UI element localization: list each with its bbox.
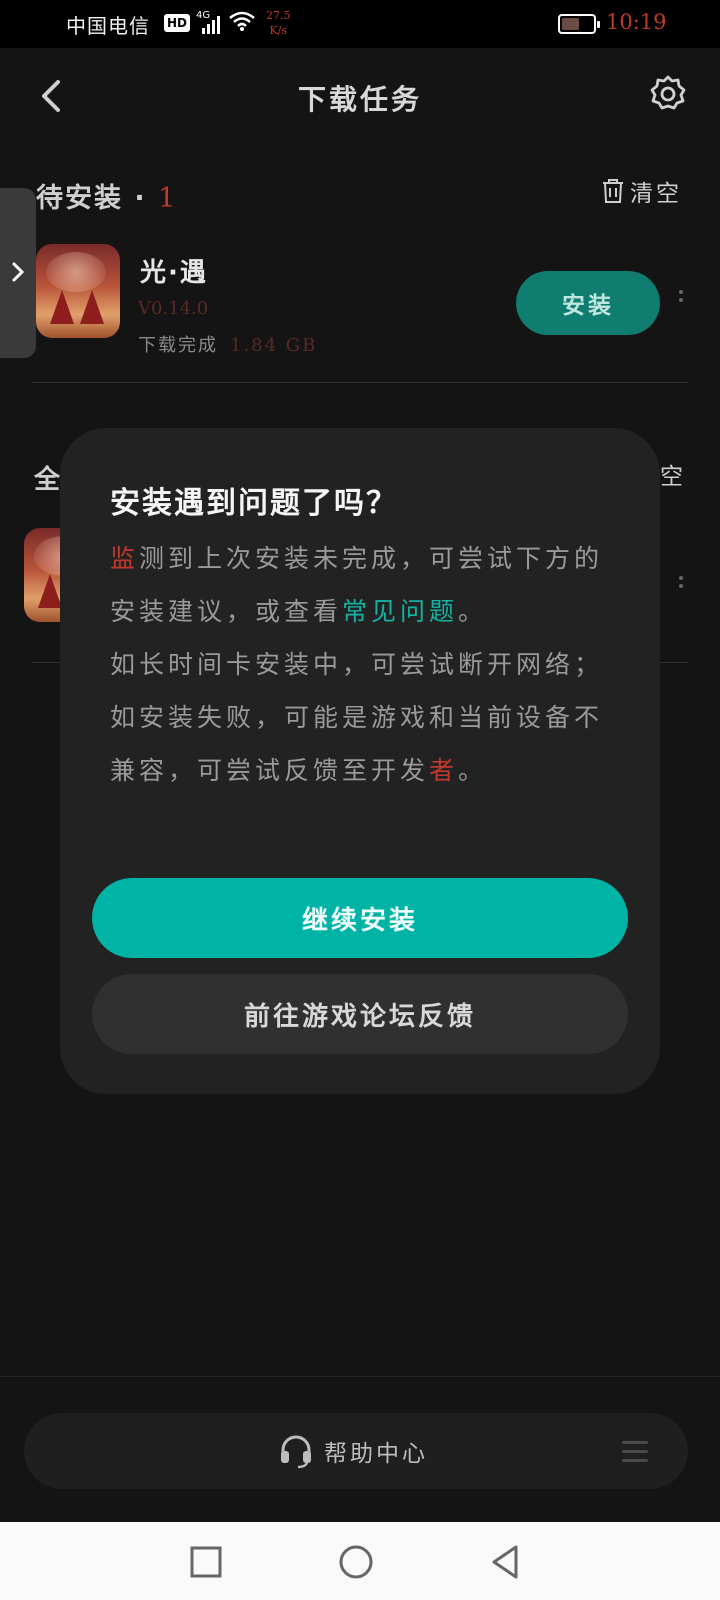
clear-label: 清空 <box>630 181 682 207</box>
system-nav-bar <box>0 1522 720 1600</box>
forum-feedback-button[interactable]: 前往游戏论坛反馈 <box>92 974 628 1054</box>
icon-figure <box>50 290 74 324</box>
pending-separator: · <box>134 183 147 214</box>
help-center-button[interactable]: 帮助中心 <box>278 1433 428 1469</box>
clock: 10:19 <box>606 10 667 34</box>
icon-figure <box>38 574 62 608</box>
continue-install-button[interactable]: 继续安装 <box>92 878 628 958</box>
battery-icon <box>558 14 600 34</box>
app-icon[interactable] <box>36 244 120 338</box>
app-name: 光·遇 <box>140 258 208 288</box>
recent-apps-button[interactable] <box>186 1542 226 1582</box>
install-help-dialog: 安装遇到问题了吗？ 监测到上次安装未完成，可尝试下方的安装建议，或查看常见问题。… <box>60 428 660 1094</box>
triangle-back-icon <box>492 1545 518 1579</box>
square-icon <box>190 1546 222 1578</box>
clear-pending-button[interactable]: 清空 <box>602 174 682 208</box>
all-section-title: 全 <box>34 465 61 495</box>
trash-icon <box>603 179 623 203</box>
help-center-bar[interactable]: 帮助中心 <box>24 1413 688 1489</box>
download-size: 1.84 GB <box>230 335 318 356</box>
pending-count: 1 <box>158 183 178 214</box>
menu-icon[interactable] <box>622 1441 648 1463</box>
bottom-area: 帮助中心 <box>0 1376 720 1522</box>
system-back-button[interactable] <box>486 1542 526 1582</box>
net-speed-unit: K/s <box>269 24 288 37</box>
pending-title-text: 待安装 <box>36 183 123 214</box>
faq-link[interactable]: 常见问题 <box>342 597 458 626</box>
wifi-icon <box>228 10 256 36</box>
dialog-paragraph-1: 监测到上次安装未完成，可尝试下方的安装建议，或查看常见问题。 <box>110 532 610 638</box>
install-button[interactable]: 安装 <box>516 271 660 335</box>
screen: 中国电信 HD 4G 27.5 K/s 10:19 下载任务 待安装 · 1 清… <box>0 0 720 1600</box>
pending-section-title: 待安装 · 1 <box>36 176 177 215</box>
dialog-body: 监测到上次安装未完成，可尝试下方的安装建议，或查看常见问题。 如长时间卡安装中，… <box>110 532 610 797</box>
side-drawer-tab[interactable] <box>0 188 36 358</box>
icon-glow <box>46 252 106 292</box>
carrier-label: 中国电信 <box>66 14 150 38</box>
chevron-right-icon <box>12 262 25 282</box>
highlight-text: 者 <box>429 756 459 785</box>
icon-figure <box>80 290 104 324</box>
signal-icon: 4G <box>196 10 222 34</box>
app-version: V0.14.0 <box>138 298 209 319</box>
net-speed-value: 27.5 <box>266 9 291 22</box>
settings-button[interactable] <box>648 74 688 114</box>
headset-icon <box>281 1435 311 1469</box>
home-button[interactable] <box>336 1542 376 1582</box>
dialog-paragraph-2: 如长时间卡安装中，可尝试断开网络； <box>110 650 604 679</box>
status-bar: 中国电信 HD 4G 27.5 K/s 10:19 <box>0 0 720 48</box>
download-status: 下载完成 <box>138 335 218 356</box>
net-speed: 27.5 K/s <box>266 8 291 38</box>
header: 下载任务 <box>0 48 720 144</box>
status-icons: HD 4G <box>164 10 256 36</box>
help-center-label: 帮助中心 <box>324 1441 428 1467</box>
dialog-title: 安装遇到问题了吗？ <box>110 486 398 521</box>
paragraph-end: 。 <box>458 597 488 626</box>
highlight-text: 监 <box>110 544 140 573</box>
hd-badge: HD <box>164 14 191 32</box>
dialog-paragraph-3: 如安装失败，可能是游戏和当前设备不兼容，可尝试反馈至开发者。 <box>110 691 610 797</box>
gear-icon <box>650 75 686 110</box>
app-status: 下载完成 1.84 GB <box>138 331 317 357</box>
more-options-icon[interactable] <box>678 576 684 596</box>
divider <box>32 382 688 383</box>
network-type: 4G <box>196 10 211 21</box>
paragraph-end: 。 <box>458 756 488 785</box>
battery-fill <box>562 18 579 30</box>
more-options-icon[interactable] <box>678 290 684 310</box>
page-title: 下载任务 <box>297 83 422 116</box>
circle-icon <box>339 1545 373 1579</box>
paragraph-text: 如安装失败，可能是游戏和当前设备不兼容，可尝试反馈至开发 <box>110 703 604 785</box>
clear-all-button[interactable]: 空 <box>660 457 683 491</box>
